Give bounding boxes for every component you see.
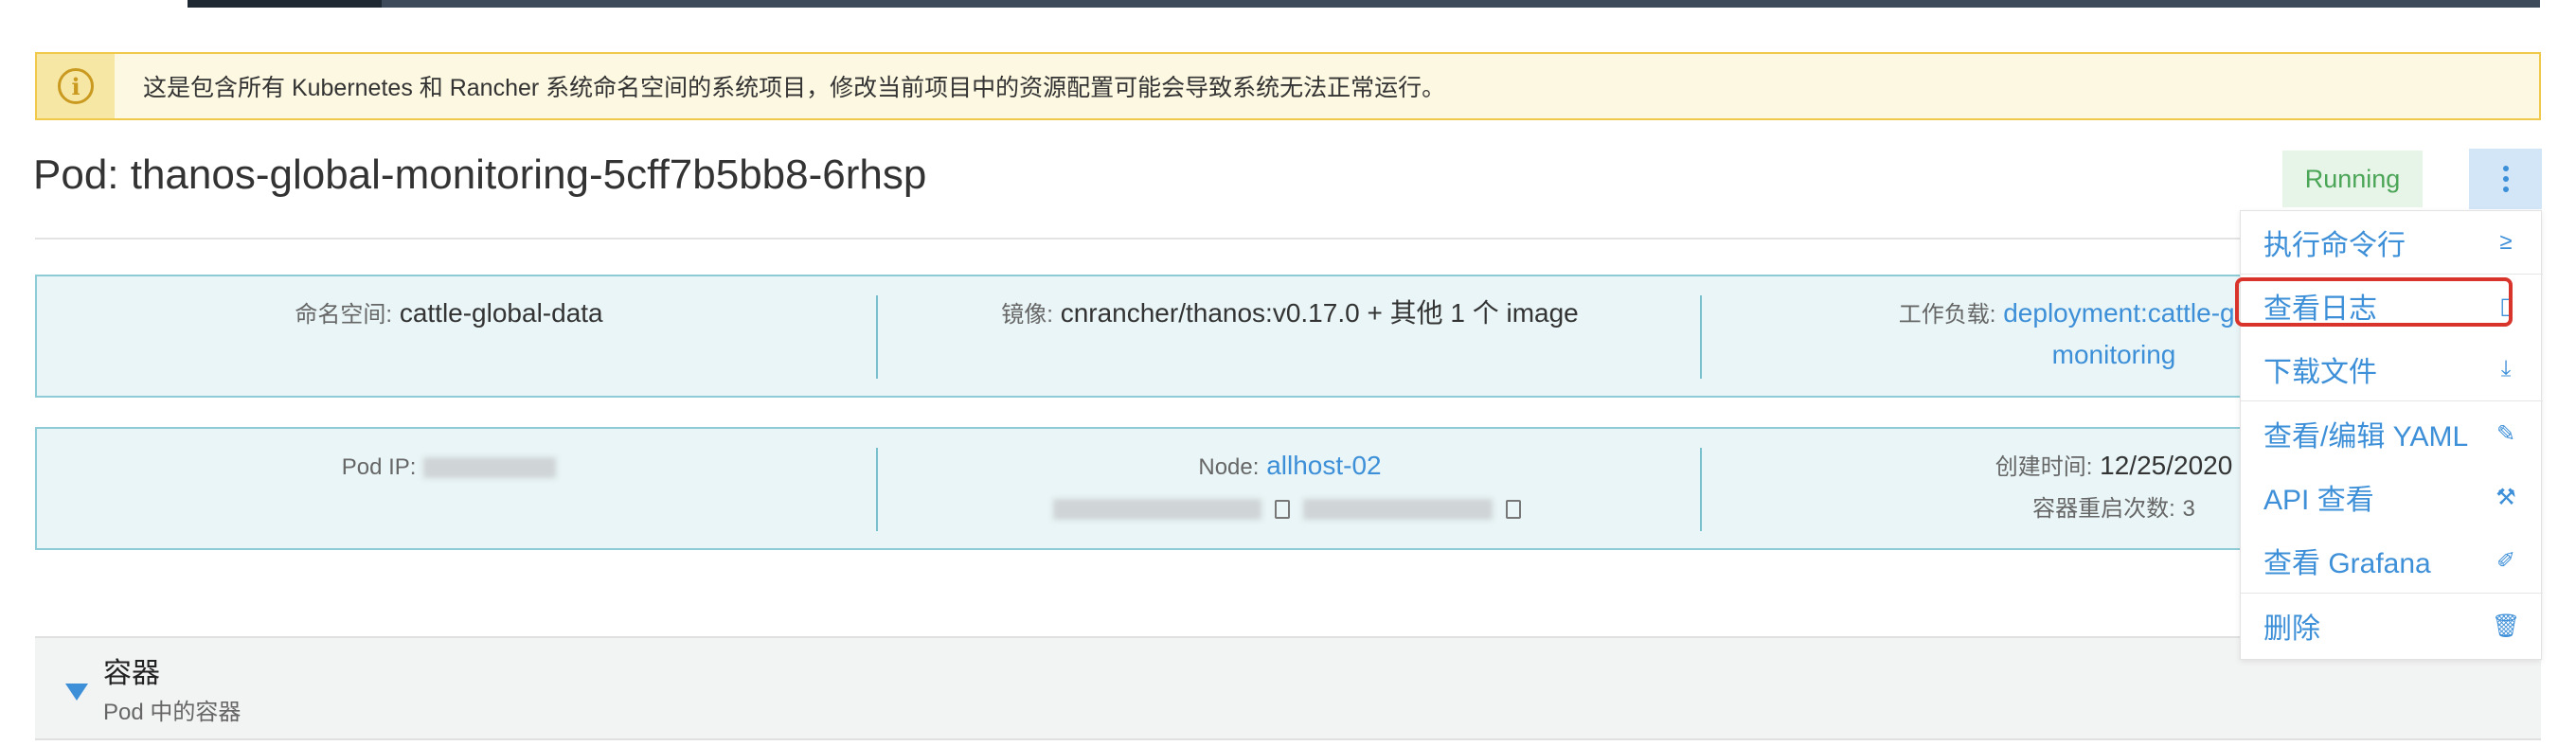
pencil-icon: ✐ (2496, 547, 2516, 574)
menu-item-label: 删除 (2263, 613, 2320, 645)
info-box-primary: 命名空间: cattle-global-data 镜像: cnrancher/t… (35, 275, 2541, 398)
title-divider (35, 238, 2507, 240)
copy-icon[interactable] (1275, 499, 1291, 519)
banner-icon-box: i (37, 54, 115, 118)
tools-icon: ⚒ (2496, 484, 2516, 510)
download-icon: ⤓ (2500, 356, 2512, 382)
actions-dropdown-menu: 执行命令行 ≥ 查看日志 ▯ 下载文件 ⤓ 查看/编辑 YAML ✎ API 查… (2240, 210, 2543, 660)
edit-icon: ✎ (2496, 420, 2516, 447)
created-value: 12/25/2020 (2100, 451, 2233, 480)
system-project-warning-banner: i 这是包含所有 Kubernetes 和 Rancher 系统命名空间的系统项… (35, 52, 2541, 120)
menu-item-label: 执行命令行 (2263, 230, 2406, 261)
menu-item-shell[interactable]: 执行命令行 ≥ (2241, 211, 2543, 274)
namespace-cell: 命名空间: cattle-global-data (37, 293, 861, 335)
top-nav-segment (188, 0, 382, 8)
collapse-toggle-icon[interactable] (65, 684, 88, 701)
pod-ip-redacted (423, 456, 557, 478)
workload-label: 工作负载: (1898, 302, 1996, 328)
banner-text: 这是包含所有 Kubernetes 和 Rancher 系统命名空间的系统项目，… (143, 75, 1446, 101)
node-ip-redacted (1302, 498, 1493, 520)
workload-link-continued[interactable]: monitoring (2052, 340, 2176, 369)
more-vertical-icon (2502, 166, 2509, 192)
image-label: 镜像: (1001, 302, 1053, 328)
menu-item-grafana[interactable]: 查看 Grafana ✐ (2241, 529, 2543, 592)
info-circle-icon: i (58, 68, 94, 104)
menu-divider (2241, 593, 2543, 594)
menu-item-label: 查看日志 (2263, 293, 2377, 325)
terminal-icon: ≥ (2499, 229, 2513, 255)
page-title: Pod: thanos-global-monitoring-5cff7b5bb8… (33, 151, 927, 198)
image-cell: 镜像: cnrancher/thanos:v0.17.0 + 其他 1 个 im… (878, 293, 1702, 335)
created-label: 创建时间: (1995, 454, 2093, 480)
pod-ip-label: Pod IP: (341, 454, 417, 480)
image-value: cnrancher/thanos:v0.17.0 (1060, 298, 1360, 328)
section-title: 容器 (103, 658, 160, 689)
menu-divider (2241, 400, 2543, 401)
namespace-value: cattle-global-data (399, 298, 603, 328)
menu-item-label: 查看 Grafana (2263, 548, 2431, 579)
image-more-link[interactable]: + 其他 1 个 image (1367, 298, 1578, 328)
section-subtitle: Pod 中的容器 (103, 700, 242, 725)
menu-item-label: 下载文件 (2263, 357, 2377, 388)
restarts-value: 3 (2182, 496, 2195, 522)
info-box-secondary: Pod IP: Node: allhost-02 创建时间: 12/25/202… (35, 427, 2541, 550)
menu-item-view-logs[interactable]: 查看日志 ▯ (2241, 275, 2543, 337)
trash-icon: 🗑 (2492, 613, 2521, 639)
copy-icon[interactable] (1505, 499, 1521, 519)
menu-item-edit-yaml[interactable]: 查看/编辑 YAML ✎ (2241, 402, 2543, 465)
menu-item-label: 查看/编辑 YAML (2263, 421, 2469, 453)
node-label: Node: (1198, 454, 1260, 480)
pod-ip-cell: Pod IP: (37, 446, 861, 488)
node-ip-redacted (1053, 498, 1262, 520)
top-nav-bar (188, 0, 2540, 8)
namespace-label: 命名空间: (295, 302, 393, 328)
node-cell: Node: allhost-02 (878, 446, 1702, 527)
node-link[interactable]: allhost-02 (1266, 451, 1381, 480)
status-badge: Running (2282, 151, 2423, 207)
containers-section: 容器 Pod 中的容器 (35, 636, 2541, 740)
menu-item-download[interactable]: 下载文件 ⤓ (2241, 338, 2543, 400)
restarts-label: 容器重启次数: (2032, 496, 2175, 522)
menu-item-label: API 查看 (2263, 485, 2374, 516)
more-actions-button[interactable] (2469, 149, 2542, 209)
file-icon: ▯ (2499, 293, 2513, 319)
menu-item-api-view[interactable]: API 查看 ⚒ (2241, 466, 2543, 528)
menu-item-delete[interactable]: 删除 🗑 (2241, 595, 2543, 657)
